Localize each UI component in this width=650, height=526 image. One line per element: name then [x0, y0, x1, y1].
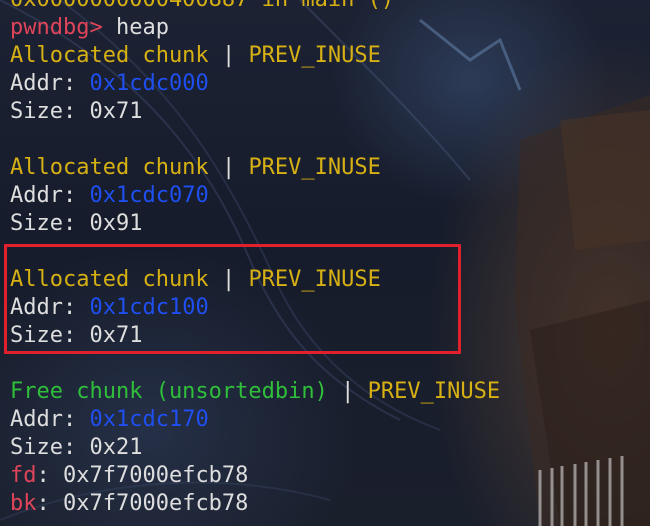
chunk-flag: PREV_INUSE: [367, 379, 501, 404]
pwndbg-prompt: pwndbg>: [10, 15, 103, 40]
chunk-fd-label: fd: [10, 463, 37, 488]
chunk-address: 0x1cdc170: [89, 407, 209, 432]
chunk-status: Allocated chunk: [10, 155, 209, 180]
chunk-bk-value: : 0x7f7000efcb78: [36, 491, 249, 516]
chunk-flag: PREV_INUSE: [248, 155, 381, 180]
chunk-addr-label: Addr:: [10, 71, 77, 96]
chunk-fd-line: fd: 0x7f7000efcb78: [10, 462, 500, 490]
chunk-address: 0x1cdc070: [89, 183, 209, 208]
chunk-size-label: Size:: [10, 99, 77, 124]
previous-output-text: 0x0000000000400887 in main (): [10, 0, 394, 12]
chunk-size-label: Size:: [10, 435, 77, 460]
chunk-addr-line: Addr: 0x1cdc170: [10, 406, 500, 434]
chunk-header: Allocated chunk | PREV_INUSE: [10, 154, 500, 182]
chunk-addr-label: Addr:: [10, 183, 77, 208]
chunk-flag: PREV_INUSE: [248, 43, 381, 68]
chunk-size: 0x91: [89, 211, 143, 236]
terminal-window[interactable]: 0x0000000000400887 in main () pwndbg> he…: [0, 0, 650, 526]
highlight-box: [4, 244, 461, 354]
chunk-addr-label: Addr:: [10, 407, 77, 432]
heap-command: heap: [115, 15, 169, 40]
chunk-status: Free chunk (unsortedbin): [10, 379, 328, 404]
chunk-size-line: Size: 0x71: [10, 98, 500, 126]
chunk-separator: |: [221, 43, 236, 68]
chunk-size: 0x21: [89, 435, 143, 460]
chunk-addr-line: Addr: 0x1cdc070: [10, 182, 500, 210]
chunk-size-line: Size: 0x21: [10, 434, 500, 462]
chunk-fd-value: : 0x7f7000efcb78: [36, 463, 249, 488]
chunk-addr-line: Addr: 0x1cdc000: [10, 70, 500, 98]
chunk-header: Allocated chunk | PREV_INUSE: [10, 42, 500, 70]
chunk-address: 0x1cdc000: [89, 71, 209, 96]
chunk-separator: |: [221, 155, 236, 180]
chunk-bk-line: bk: 0x7f7000efcb78: [10, 490, 500, 518]
chunk-size: 0x71: [89, 99, 143, 124]
previous-output-line: 0x0000000000400887 in main (): [10, 0, 500, 14]
chunk-size-line: Size: 0x91: [10, 210, 500, 238]
chunk-size-label: Size:: [10, 211, 77, 236]
chunk-bk-label: bk: [10, 491, 37, 516]
chunk-separator: |: [341, 379, 355, 404]
command-line: pwndbg> heap: [10, 14, 500, 42]
chunk-status: Allocated chunk: [10, 43, 209, 68]
chunk-header: Free chunk (unsortedbin) | PREV_INUSE: [10, 378, 500, 406]
